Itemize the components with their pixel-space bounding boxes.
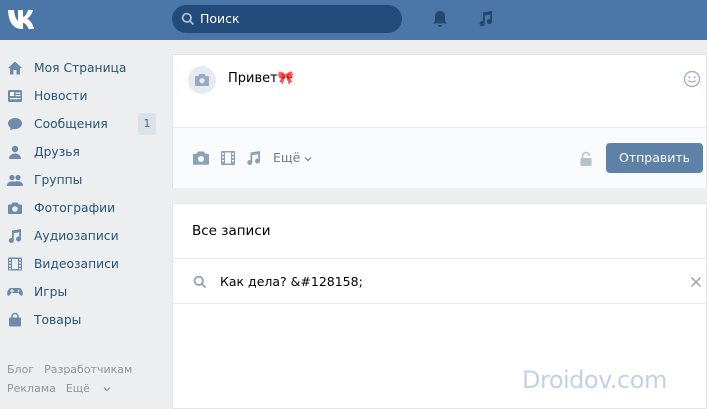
footer-more-link[interactable]: Ещё [66,382,112,395]
composer-toolbar: Ещё Отправить [173,128,706,188]
more-label: Ещё [273,150,301,165]
send-button[interactable]: Отправить [606,143,703,173]
lock-icon[interactable] [579,151,593,167]
gamepad-icon [7,288,23,296]
camera-icon [195,74,209,86]
search-input[interactable]: Поиск [172,5,402,33]
film-icon [8,257,22,271]
sidebar-item-label: Новости [34,89,88,103]
search-icon [193,275,207,289]
sidebar-item-label: Друзья [34,145,80,159]
sidebar-item-messages[interactable]: Сообщения 1 [0,110,165,138]
unread-count-badge: 1 [138,113,156,135]
divider [173,303,706,304]
sidebar-item-label: Аудиозаписи [34,229,119,243]
search-placeholder: Поиск [200,11,240,26]
footer-ads-link[interactable]: Реклама [7,382,56,395]
records-search-input[interactable]: Как дела? &#128158; [220,274,363,289]
sidebar-item-label: Видеозаписи [34,257,119,271]
bag-icon [9,312,21,327]
film-icon[interactable] [221,150,235,166]
news-icon [8,90,22,102]
sidebar-item-games[interactable]: Игры [0,278,165,306]
watermark: Droidov.com [522,366,667,394]
sidebar-item-label: Сообщения [34,117,108,131]
sidebar-item-label: Моя Страница [34,61,127,75]
search-icon [181,12,195,26]
sidebar-item-label: Фотографии [34,201,116,215]
post-text-field[interactable]: Привет🎀 [228,71,294,86]
close-icon[interactable] [690,276,702,288]
chevron-down-icon [304,157,312,162]
sidebar-item-label: Игры [34,285,68,299]
chevron-down-icon [104,387,111,392]
bell-icon[interactable] [432,10,448,28]
smile-icon[interactable] [683,70,701,88]
music-icon [8,229,21,243]
messages-icon [8,118,22,131]
footer-developers-link[interactable]: Разработчикам [44,363,132,376]
vk-logo[interactable] [7,8,41,30]
music-icon[interactable] [246,150,261,166]
sidebar-item-groups[interactable]: Группы [0,166,165,194]
more-attachments-button[interactable]: Ещё [273,150,312,165]
records-title: Все записи [192,223,271,239]
avatar[interactable] [188,66,216,94]
sidebar-item-label: Группы [34,173,83,187]
divider [173,258,706,259]
sidebar-footer: Блог Разработчикам Реклама Ещё [7,360,142,398]
footer-blog-link[interactable]: Блог [7,363,34,376]
sidebar-item-goods[interactable]: Товары [0,306,165,334]
sidebar-item-my-page[interactable]: Моя Страница [0,54,165,82]
camera-icon [8,202,22,214]
post-composer: Привет🎀 Ещё Отправить [172,54,707,188]
camera-icon[interactable] [192,150,210,166]
sidebar-item-news[interactable]: Новости [0,82,165,110]
sidebar-item-label: Товары [34,313,82,327]
footer-more-label: Ещё [65,382,90,395]
sidebar-item-video[interactable]: Видеозаписи [0,250,165,278]
top-bar: Поиск [0,0,707,40]
sidebar-item-photos[interactable]: Фотографии [0,194,165,222]
sidebar-item-friends[interactable]: Друзья [0,138,165,166]
home-icon [8,61,22,75]
friend-icon [9,145,21,159]
sidebar-nav: Моя Страница Новости Сообщения 1 Друзья … [0,54,165,334]
sidebar-item-audio[interactable]: Аудиозаписи [0,222,165,250]
music-icon[interactable] [478,10,494,28]
groups-icon [7,174,23,186]
